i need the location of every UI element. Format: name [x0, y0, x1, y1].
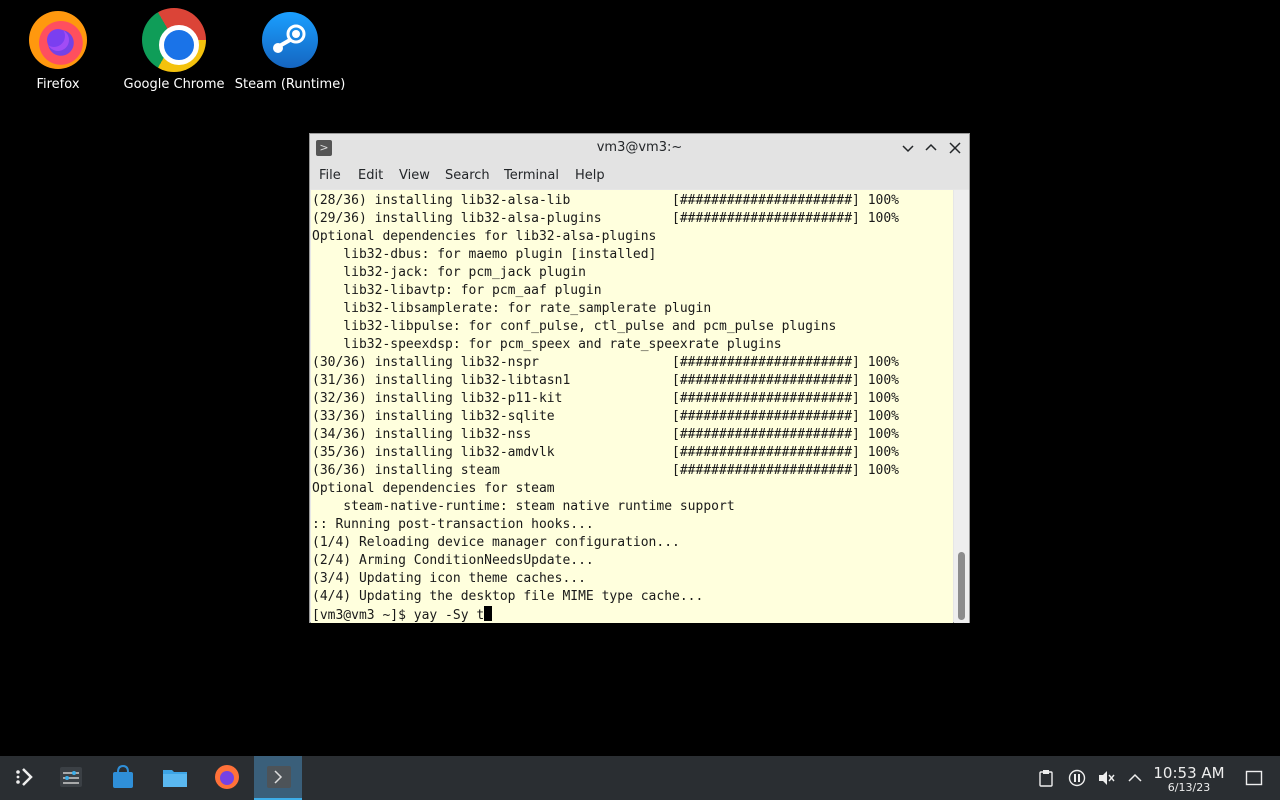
minimize-button[interactable] — [898, 138, 918, 158]
terminal-line: (1/4) Reloading device manager configura… — [312, 535, 680, 550]
terminal-line: steam-native-runtime: steam native runti… — [343, 499, 735, 514]
volume-muted-icon[interactable] — [1097, 769, 1115, 787]
task-system-settings[interactable] — [46, 756, 94, 800]
settings-sliders-icon — [60, 767, 82, 787]
prompt: [vm3@vm3 ~]$ — [312, 608, 414, 623]
chevron-down-icon — [902, 145, 914, 153]
menu-help[interactable]: Help — [575, 168, 605, 183]
clipboard-icon[interactable] — [1037, 769, 1055, 787]
desktop: Firefox Google Chrome Steam (Runtime) > … — [0, 0, 1280, 756]
terminal-line: lib32-libavtp: for pcm_aaf plugin — [343, 283, 602, 298]
terminal-scrollbar[interactable] — [954, 190, 969, 623]
task-discover[interactable] — [98, 756, 146, 800]
terminal-line: (35/36) installing lib32-amdvlk [#######… — [312, 445, 899, 460]
text-cursor — [484, 606, 493, 621]
close-icon — [949, 142, 961, 154]
terminal-line: (36/36) installing steam [##############… — [312, 463, 899, 478]
steam-icon — [258, 8, 322, 72]
window-titlebar[interactable]: > vm3@vm3:~ — [310, 134, 969, 163]
terminal-line: Optional dependencies for steam — [312, 481, 555, 496]
terminal-line: (30/36) installing lib32-nspr [#########… — [312, 355, 899, 370]
terminal-line: (4/4) Updating the desktop file MIME typ… — [312, 589, 704, 604]
chevron-up-icon[interactable] — [1126, 769, 1144, 787]
task-terminal[interactable] — [254, 756, 302, 800]
maximize-button[interactable] — [921, 138, 941, 158]
terminal-line: (33/36) installing lib32-sqlite [#######… — [312, 409, 899, 424]
menu-edit[interactable]: Edit — [358, 168, 383, 183]
terminal-line: (32/36) installing lib32-p11-kit [######… — [312, 391, 899, 406]
terminal-line: lib32-speexdsp: for pcm_speex and rate_s… — [343, 337, 782, 352]
terminal-window[interactable]: > vm3@vm3:~ File Edit View Search Termin… — [309, 133, 970, 623]
menu-view[interactable]: View — [399, 168, 430, 183]
media-pause-icon[interactable] — [1068, 769, 1086, 787]
terminal-line: lib32-libpulse: for conf_pulse, ctl_puls… — [343, 319, 837, 334]
terminal-icon — [267, 766, 291, 788]
menu-terminal[interactable]: Terminal — [504, 168, 559, 183]
terminal-line: (3/4) Updating icon theme caches... — [312, 571, 586, 586]
terminal-line: lib32-libsamplerate: for rate_samplerate… — [343, 301, 712, 316]
terminal-line: Optional dependencies for lib32-alsa-plu… — [312, 229, 657, 244]
application-launcher[interactable] — [0, 756, 48, 800]
terminal-line: lib32-dbus: for maemo plugin [installed] — [343, 247, 657, 262]
window-title: vm3@vm3:~ — [596, 140, 683, 155]
launcher-icon — [16, 768, 33, 786]
chrome-icon — [142, 8, 206, 72]
desktop-icon-steam[interactable]: Steam (Runtime) — [232, 8, 348, 92]
taskbar: 10:53 AM 6/13/23 — [0, 756, 1280, 800]
terminal-line: (34/36) installing lib32-nss [##########… — [312, 427, 899, 442]
desktop-icon-label: Google Chrome — [123, 77, 225, 92]
task-file-manager[interactable] — [150, 756, 198, 800]
desktop-icon-label: Firefox — [36, 77, 80, 92]
desktop-icon-chrome[interactable]: Google Chrome — [116, 8, 232, 92]
terminal-line: :: Running post-transaction hooks... — [312, 517, 594, 532]
folder-icon — [163, 770, 187, 787]
terminal-line: (2/4) Arming ConditionNeedsUpdate... — [312, 553, 594, 568]
terminal-line: (31/36) installing lib32-libtasn1 [#####… — [312, 373, 899, 388]
menu-file[interactable]: File — [319, 168, 341, 183]
shopping-bag-icon — [113, 764, 133, 788]
chevron-up-icon — [925, 143, 937, 151]
terminal-line: (29/36) installing lib32-alsa-plugins [#… — [312, 211, 899, 226]
terminal-text: (28/36) installing lib32-alsa-lib [#####… — [312, 192, 899, 623]
firefox-icon — [215, 765, 239, 789]
clock-date[interactable]: 6/13/23 — [1148, 781, 1230, 794]
task-firefox[interactable] — [202, 756, 250, 800]
clock-time[interactable]: 10:53 AM — [1148, 764, 1230, 782]
close-button[interactable] — [945, 138, 965, 158]
menu-search[interactable]: Search — [445, 168, 490, 183]
desktop-icon-firefox[interactable]: Firefox — [0, 8, 116, 92]
terminal-line: (28/36) installing lib32-alsa-lib [#####… — [312, 193, 899, 208]
firefox-icon — [26, 8, 90, 72]
scrollbar-thumb[interactable] — [958, 552, 965, 620]
terminal-output[interactable]: (28/36) installing lib32-alsa-lib [#####… — [311, 190, 953, 623]
command-input[interactable]: yay -Sy t — [414, 608, 484, 623]
menu-bar: File Edit View Search Terminal Help — [310, 163, 969, 189]
show-desktop-icon[interactable] — [1245, 769, 1263, 787]
desktop-icon-label: Steam (Runtime) — [234, 77, 346, 92]
terminal-line: lib32-jack: for pcm_jack plugin — [343, 265, 586, 280]
